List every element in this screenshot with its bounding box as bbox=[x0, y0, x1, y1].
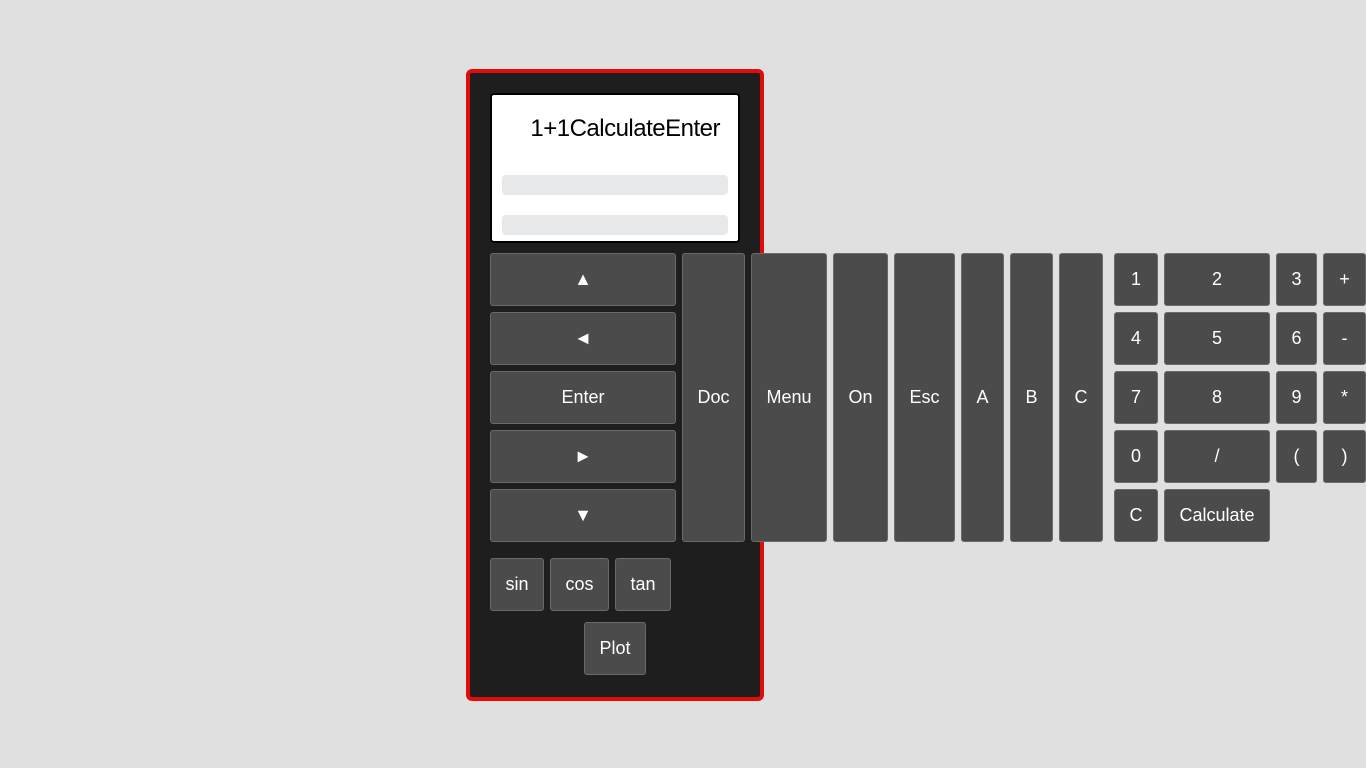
digit-0-button[interactable]: 0 bbox=[1114, 430, 1158, 483]
screen-result-line-1 bbox=[502, 175, 728, 195]
tan-button[interactable]: tan bbox=[615, 558, 671, 611]
divide-button[interactable]: / bbox=[1164, 430, 1270, 483]
digit-8-button[interactable]: 8 bbox=[1164, 371, 1270, 424]
digit-3-button[interactable]: 3 bbox=[1276, 253, 1317, 306]
digit-9-button[interactable]: 9 bbox=[1276, 371, 1317, 424]
digit-7-button[interactable]: 7 bbox=[1114, 371, 1158, 424]
on-button[interactable]: On bbox=[833, 253, 888, 542]
esc-button[interactable]: Esc bbox=[894, 253, 955, 542]
a-button[interactable]: A bbox=[961, 253, 1004, 542]
screen-result-line-2 bbox=[502, 215, 728, 235]
sin-button[interactable]: sin bbox=[490, 558, 544, 611]
cos-button[interactable]: cos bbox=[550, 558, 609, 611]
plot-button[interactable]: Plot bbox=[584, 622, 646, 675]
open-paren-button[interactable]: ( bbox=[1276, 430, 1317, 483]
c-button[interactable]: C bbox=[1059, 253, 1103, 542]
close-paren-button[interactable]: ) bbox=[1323, 430, 1366, 483]
doc-button[interactable]: Doc bbox=[682, 253, 745, 542]
left-arrow-button[interactable]: ◄ bbox=[490, 312, 676, 365]
right-arrow-button[interactable]: ► bbox=[490, 430, 676, 483]
minus-button[interactable]: - bbox=[1323, 312, 1366, 365]
multiply-button[interactable]: * bbox=[1323, 371, 1366, 424]
plus-button[interactable]: + bbox=[1323, 253, 1366, 306]
digit-1-button[interactable]: 1 bbox=[1114, 253, 1158, 306]
calculate-button[interactable]: Calculate bbox=[1164, 489, 1270, 542]
calculator-screen: 1+1CalculateEnter bbox=[490, 93, 740, 243]
enter-button[interactable]: Enter bbox=[490, 371, 676, 424]
clear-button[interactable]: C bbox=[1114, 489, 1158, 542]
menu-button[interactable]: Menu bbox=[751, 253, 827, 542]
down-arrow-button[interactable]: ▼ bbox=[490, 489, 676, 542]
digit-5-button[interactable]: 5 bbox=[1164, 312, 1270, 365]
digit-2-button[interactable]: 2 bbox=[1164, 253, 1270, 306]
digit-4-button[interactable]: 4 bbox=[1114, 312, 1158, 365]
screen-expression: 1+1CalculateEnter bbox=[530, 115, 720, 142]
b-button[interactable]: B bbox=[1010, 253, 1053, 542]
up-arrow-button[interactable]: ▲ bbox=[490, 253, 676, 306]
digit-6-button[interactable]: 6 bbox=[1276, 312, 1317, 365]
